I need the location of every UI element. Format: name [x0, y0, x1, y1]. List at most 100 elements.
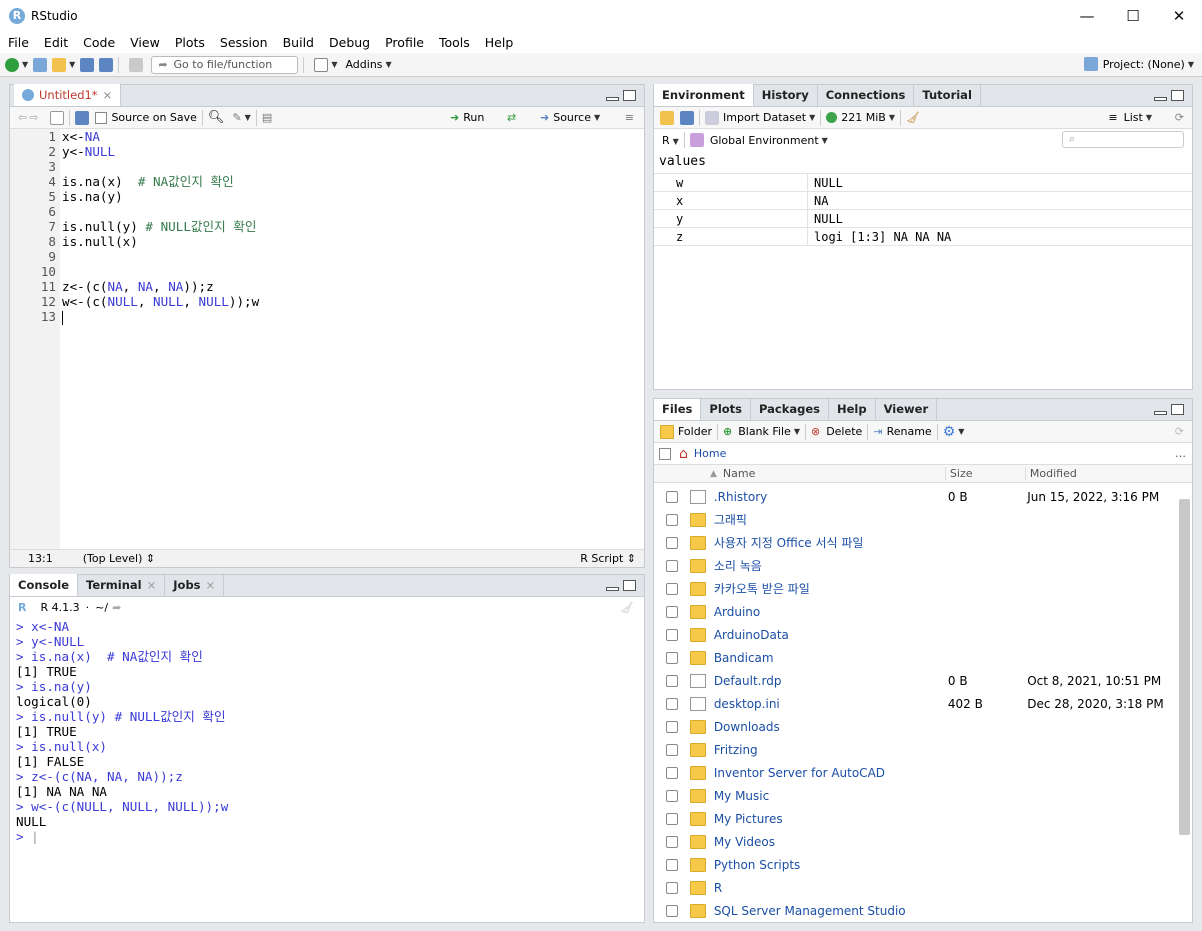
new-project-button[interactable] [33, 57, 48, 72]
menu-item-code[interactable]: Code [75, 35, 122, 50]
file-type-selector[interactable]: R Script ⇕ [580, 552, 636, 565]
search-icon[interactable]: 🔍︎ [208, 110, 225, 125]
file-name-link[interactable]: 소리 녹음 [714, 557, 948, 574]
menu-item-help[interactable]: Help [477, 35, 521, 50]
file-checkbox[interactable] [666, 490, 678, 503]
file-checkbox[interactable] [666, 766, 678, 779]
source-on-save-checkbox[interactable] [95, 111, 108, 124]
environment-row[interactable]: y NULL [654, 210, 1192, 228]
column-size[interactable]: Size [944, 467, 1025, 480]
file-row[interactable]: Bandicam [654, 646, 1176, 669]
menu-item-tools[interactable]: Tools [431, 35, 477, 50]
tab-untitled1[interactable]: Untitled1* × [14, 84, 122, 106]
home-icon[interactable]: ⌂ [679, 446, 688, 462]
file-checkbox[interactable] [666, 651, 678, 664]
addins-button[interactable]: Addins ▼ [345, 58, 391, 71]
file-name-link[interactable]: 카카오톡 받은 파일 [714, 580, 948, 597]
open-folder-icon[interactable] [660, 110, 674, 125]
save-icon[interactable] [680, 110, 694, 125]
close-tab-icon[interactable]: × [206, 578, 216, 592]
tab-tutorial[interactable]: Tutorial [914, 84, 981, 106]
file-row[interactable]: Downloads [654, 715, 1176, 738]
file-checkbox[interactable] [666, 582, 678, 595]
file-checkbox[interactable] [666, 559, 678, 572]
minimize-button[interactable]: — [1064, 0, 1110, 31]
forward-arrow-icon[interactable]: ⇨ [29, 111, 38, 124]
print-button[interactable] [129, 57, 144, 72]
file-name-link[interactable]: Python Scripts [714, 858, 948, 872]
delete-button[interactable]: ⊗ Delete [811, 425, 862, 438]
close-tab-icon[interactable]: × [147, 578, 157, 592]
close-button[interactable]: ✕ [1156, 0, 1202, 31]
menu-item-file[interactable]: File [0, 35, 36, 50]
file-name-link[interactable]: Arduino [714, 605, 948, 619]
file-checkbox[interactable] [666, 674, 678, 687]
file-checkbox[interactable] [666, 536, 678, 549]
tab-viewer[interactable]: Viewer [876, 399, 938, 420]
working-directory[interactable]: ~/ [95, 601, 108, 614]
menu-item-profile[interactable]: Profile [377, 35, 431, 50]
tab-jobs[interactable]: Jobs × [165, 574, 225, 596]
column-name[interactable]: Name [723, 467, 945, 480]
tab-history[interactable]: History [754, 84, 818, 106]
file-row[interactable]: 소리 녹음 [654, 554, 1176, 577]
select-all-checkbox[interactable] [659, 447, 671, 460]
language-selector[interactable]: R ▼ [662, 134, 679, 147]
run-button[interactable]: ➜ Run [450, 111, 484, 124]
compile-report-icon[interactable]: ▤ [262, 111, 272, 124]
view-mode-button[interactable]: ≡ List ▼ [1108, 111, 1152, 124]
tab-plots[interactable]: Plots [701, 399, 752, 420]
column-modified[interactable]: Modified [1024, 467, 1077, 480]
import-dataset-button[interactable]: Import Dataset ▼ [705, 110, 815, 125]
file-checkbox[interactable] [666, 513, 678, 526]
rerun-button[interactable]: ⇄ [507, 111, 516, 124]
console-output[interactable]: > x<-NA > y<-NULL > is.na(x) # NA값인지 확인 [1]… [16, 619, 644, 844]
code-line[interactable] [62, 264, 644, 279]
file-checkbox[interactable] [666, 789, 678, 802]
clear-console-icon[interactable]: 🧹︎ [620, 601, 634, 614]
code-line[interactable]: x<-NA [62, 129, 644, 144]
open-file-button[interactable]: ▼ [52, 57, 75, 72]
file-row[interactable]: 사용자 지정 Office 서식 파일 [654, 531, 1176, 554]
code-line[interactable]: is.null(y) # NULL값인지 확인 [62, 219, 644, 234]
maximize-button[interactable]: ☐ [1110, 0, 1156, 31]
file-name-link[interactable]: Inventor Server for AutoCAD [714, 766, 948, 780]
tab-packages[interactable]: Packages [751, 399, 829, 420]
file-row[interactable]: .Rhistory 0 B Jun 15, 2022, 3:16 PM [654, 485, 1176, 508]
code-line[interactable] [62, 159, 644, 174]
file-checkbox[interactable] [666, 904, 678, 917]
file-name-link[interactable]: Fritzing [714, 743, 948, 757]
refresh-icon[interactable]: ⟳ [1175, 111, 1184, 124]
environment-row[interactable]: z logi [1:3] NA NA NA [654, 228, 1192, 246]
code-line[interactable]: y<-NULL [62, 144, 644, 159]
outline-icon[interactable]: ≡ [625, 111, 634, 124]
environment-pane-controls[interactable] [1154, 90, 1184, 101]
file-row[interactable]: Arduino [654, 600, 1176, 623]
file-checkbox[interactable] [666, 628, 678, 641]
pane-layout-button[interactable]: ▼ [314, 57, 337, 72]
menu-item-edit[interactable]: Edit [36, 35, 75, 50]
menu-item-build[interactable]: Build [275, 35, 321, 50]
home-link[interactable]: Home [694, 447, 726, 460]
go-to-directory-icon[interactable]: ➦ [112, 601, 121, 614]
console-pane-controls[interactable] [606, 580, 636, 591]
file-name-link[interactable]: 그래픽 [714, 511, 948, 528]
menu-item-view[interactable]: View [122, 35, 167, 50]
refresh-icon[interactable]: ⟳ [1175, 425, 1184, 438]
menu-item-debug[interactable]: Debug [321, 35, 377, 50]
code-line[interactable]: is.null(x) [62, 234, 644, 249]
code-line[interactable]: z<-(c(NA, NA, NA));z [62, 279, 644, 294]
file-name-link[interactable]: .Rhistory [714, 490, 948, 504]
source-button[interactable]: ➜ Source ▼ [540, 111, 600, 124]
environment-search-input[interactable]: ⌕ [1062, 131, 1184, 148]
file-row[interactable]: My Pictures [654, 807, 1176, 830]
tab-files[interactable]: Files [654, 399, 702, 420]
file-name-link[interactable]: SQL Server Management Studio [714, 904, 948, 918]
save-button[interactable] [80, 57, 95, 72]
menu-item-plots[interactable]: Plots [167, 35, 212, 50]
show-in-window-icon[interactable] [50, 110, 65, 125]
file-row[interactable]: Fritzing [654, 738, 1176, 761]
back-arrow-icon[interactable]: ⇦ [18, 111, 27, 124]
file-name-link[interactable]: Bandicam [714, 651, 948, 665]
source-pane-controls[interactable] [606, 90, 636, 101]
